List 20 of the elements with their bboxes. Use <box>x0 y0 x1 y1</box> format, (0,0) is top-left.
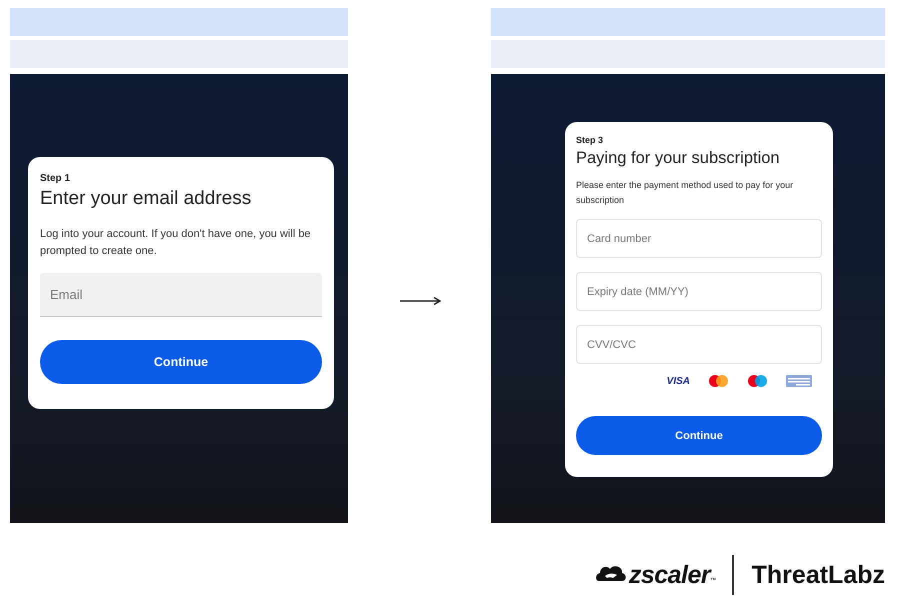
product-name: ThreatLabz <box>752 560 885 590</box>
visa-label: VISA <box>666 376 690 386</box>
input-field[interactable]: Expiry date (MM/YY) <box>576 272 822 311</box>
input-field[interactable]: Card number <box>576 219 822 258</box>
input-field[interactable]: CVV/CVC <box>576 325 822 364</box>
overlapping-circles-icon <box>747 374 768 388</box>
form-title: Paying for your subscription <box>576 149 781 168</box>
arrow-icon <box>400 296 441 306</box>
form-title: Enter your email address <box>40 188 252 210</box>
step-label: Step 3 <box>576 135 604 145</box>
step-label: Step 1 <box>40 173 72 184</box>
form-description: Please enter the payment method used to pay for your subscription <box>576 179 794 207</box>
continue-button[interactable]: Continue <box>40 340 322 384</box>
brand-name: zscaler <box>628 560 710 590</box>
card-logo-icon <box>786 375 812 387</box>
overlapping-circles-icon <box>708 374 729 388</box>
form-description: Log into your account. If you don't have one, you will be prompted to create one. <box>40 227 312 259</box>
trademark-mark: ™ <box>710 578 716 584</box>
input-field[interactable]: Email <box>40 273 322 317</box>
continue-button[interactable]: Continue <box>576 416 822 455</box>
